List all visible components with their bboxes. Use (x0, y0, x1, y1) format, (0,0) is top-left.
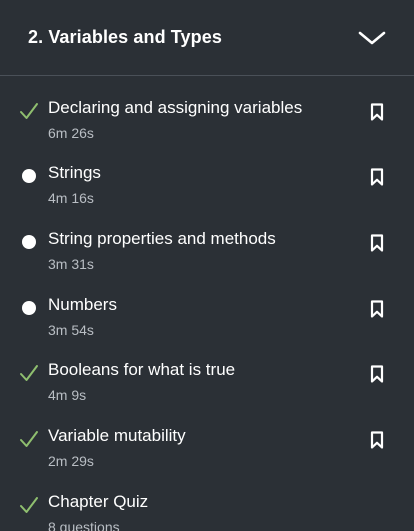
lesson-title: Booleans for what is true (48, 360, 236, 379)
lesson-title: Chapter Quiz (48, 492, 149, 511)
lesson-item[interactable]: Booleans for what is true 4m 9s (0, 349, 414, 415)
checkmark-icon (18, 100, 40, 122)
lesson-duration: 3m 31s (48, 256, 94, 272)
not-started-dot-icon (18, 165, 40, 187)
lesson-title: String properties and methods (48, 229, 276, 248)
lesson-item[interactable]: Variable mutability 2m 29s (0, 415, 414, 481)
checkmark-icon (18, 428, 40, 450)
lesson-title: Strings (48, 163, 101, 182)
lesson-duration: 4m 9s (48, 387, 87, 403)
chevron-down-icon[interactable] (358, 30, 386, 46)
bookmark-icon[interactable] (368, 431, 386, 449)
lesson-question-count: 8 questions (48, 519, 120, 531)
lesson-duration: 6m 26s (48, 125, 94, 141)
lesson-duration: 3m 54s (48, 322, 94, 338)
chapter-header[interactable]: 2. Variables and Types (0, 0, 414, 76)
lesson-item[interactable]: Chapter Quiz 8 questions (0, 481, 414, 531)
bookmark-icon[interactable] (368, 103, 386, 121)
chapter-title: 2. Variables and Types (28, 27, 222, 47)
lesson-title: Variable mutability (48, 426, 186, 445)
bookmark-icon[interactable] (368, 365, 386, 383)
lesson-item[interactable]: String properties and methods 3m 31s (0, 218, 414, 284)
bookmark-icon[interactable] (368, 168, 386, 186)
not-started-dot-icon (18, 231, 40, 253)
lesson-item[interactable]: Numbers 3m 54s (0, 284, 414, 350)
lesson-duration: 4m 16s (48, 190, 94, 206)
checkmark-icon (18, 362, 40, 384)
lesson-title: Numbers (48, 295, 117, 314)
lesson-title: Declaring and assigning variables (48, 98, 303, 117)
chapter-panel: 2. Variables and Types Declaring and ass… (0, 0, 414, 531)
not-started-dot-icon (18, 297, 40, 319)
lesson-item[interactable]: Strings 4m 16s (0, 152, 414, 218)
bookmark-icon[interactable] (368, 234, 386, 252)
lesson-item[interactable]: Declaring and assigning variables 6m 26s (0, 87, 414, 153)
checkmark-icon (18, 494, 40, 516)
bookmark-icon[interactable] (368, 300, 386, 318)
lesson-duration: 2m 29s (48, 453, 94, 469)
